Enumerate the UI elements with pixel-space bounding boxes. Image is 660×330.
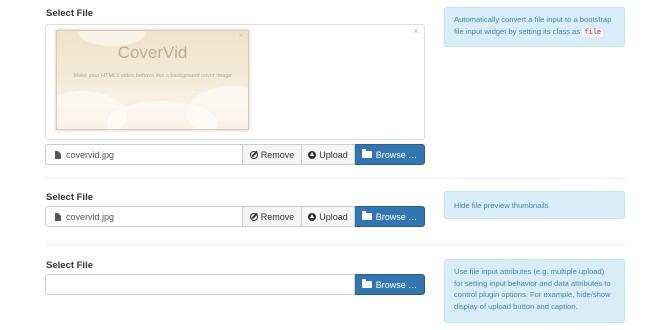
- upload-label: Upload: [319, 211, 348, 222]
- section-1-label: Select File: [46, 8, 93, 19]
- file-icon: [55, 150, 61, 159]
- remove-label: Remove: [260, 211, 295, 222]
- browse-button[interactable]: Browse …: [355, 206, 425, 227]
- file-caption[interactable]: covervid.jpg: [45, 144, 243, 165]
- remove-button[interactable]: Remove: [243, 144, 302, 165]
- upload-button[interactable]: Upload: [302, 206, 355, 227]
- ban-icon: [249, 150, 258, 159]
- info-note-2: Hide file preview thumbnails: [444, 191, 625, 219]
- ban-icon: [249, 212, 258, 221]
- file-input-group-3: Browse …: [45, 274, 425, 295]
- file-caption[interactable]: [45, 274, 355, 295]
- info-note-1: Automatically convert a file input to a …: [444, 7, 625, 47]
- browse-label: Browse …: [375, 149, 418, 160]
- upload-icon: [308, 150, 317, 159]
- section-3-label: Select File: [46, 260, 93, 271]
- section-2-label: Select File: [46, 192, 93, 203]
- folder-open-icon: [361, 279, 372, 288]
- folder-open-icon: [361, 211, 372, 220]
- file-caption-text: covervid.jpg: [66, 149, 115, 160]
- divider: [45, 178, 625, 179]
- remove-button[interactable]: Remove: [243, 206, 302, 227]
- preview-close-icon[interactable]: ×: [413, 26, 419, 37]
- preview-thumbnail: × CoverVid Make your HTML5 video behave …: [56, 30, 249, 130]
- file-icon: [55, 212, 61, 221]
- browse-label: Browse …: [375, 279, 418, 290]
- browse-label: Browse …: [375, 211, 418, 222]
- file-input-group-1: covervid.jpg Remove Upload Browse …: [45, 144, 425, 165]
- upload-button[interactable]: Upload: [302, 144, 355, 165]
- info-code: file: [582, 28, 604, 37]
- thumbnail-close-icon: ×: [238, 33, 243, 40]
- browse-button[interactable]: Browse …: [355, 274, 425, 295]
- thumbnail-subtitle: Make your HTML5 video behave like a back…: [73, 73, 232, 79]
- info-note-3: Use file input attributes (e.g. multiple…: [444, 259, 625, 323]
- file-caption[interactable]: covervid.jpg: [45, 206, 243, 227]
- upload-label: Upload: [319, 149, 348, 160]
- file-input-group-2: covervid.jpg Remove Upload Browse …: [45, 206, 425, 227]
- divider: [45, 244, 625, 245]
- info-text: Hide file preview thumbnails: [454, 201, 549, 210]
- browse-button[interactable]: Browse …: [355, 144, 425, 165]
- folder-open-icon: [361, 149, 372, 158]
- info-text: Use file input attributes (e.g. multiple…: [454, 267, 611, 311]
- file-caption-text: covervid.jpg: [66, 211, 115, 222]
- thumbnail-title: CoverVid: [117, 43, 188, 62]
- remove-label: Remove: [260, 149, 295, 160]
- upload-icon: [308, 212, 317, 221]
